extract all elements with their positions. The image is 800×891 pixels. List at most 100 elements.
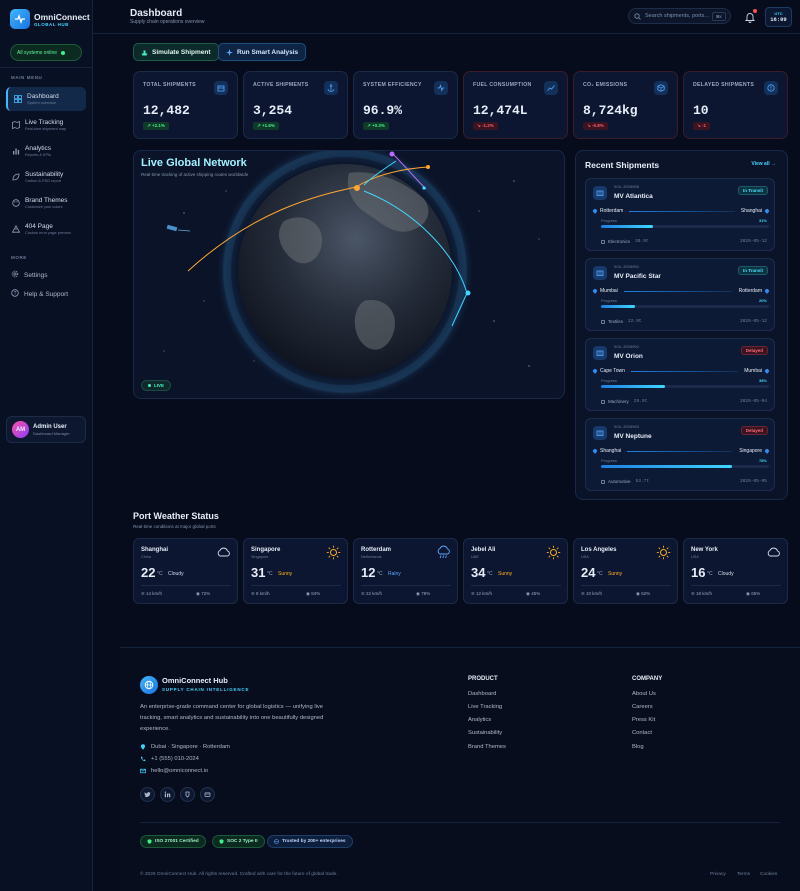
sidebar-item-help[interactable]: ? Help & Support <box>11 289 68 299</box>
pulse-logo-icon <box>10 9 30 29</box>
sidebar-item-brand-themes[interactable]: Brand Themes Customize your colors <box>6 191 86 215</box>
kpi-label: FUEL CONSUMPTION <box>473 82 532 88</box>
view-all-link[interactable]: View all → <box>751 161 776 167</box>
weather-card[interactable]: Singapore Singapore 31 °C Sunny ≋ 8 km/h… <box>243 538 348 604</box>
cargo-type: Textiles <box>608 319 624 324</box>
sidebar-item-settings[interactable]: Settings <box>11 270 48 280</box>
rain-icon <box>437 545 450 559</box>
mail-icon <box>140 768 146 774</box>
globe-visual[interactable] <box>134 151 565 399</box>
sidebar-item-analytics[interactable]: Analytics Reports & KPIs <box>6 139 86 163</box>
terms-link[interactable]: Terms <box>737 872 750 877</box>
sidebar-item-404-page[interactable]: 404 Page Custom error page preview <box>6 217 86 241</box>
satellite-icon <box>166 224 191 232</box>
cloud-icon <box>217 547 230 557</box>
footer-link[interactable]: Analytics <box>468 717 491 723</box>
nav-title: 404 Page <box>25 223 53 230</box>
simulate-shipment-button[interactable]: Simulate Shipment <box>133 43 219 61</box>
footer-link[interactable]: Brand Themes <box>468 744 506 750</box>
footer-link[interactable]: Dashboard <box>468 691 496 697</box>
shipment-card[interactable]: OCN-2026008 MV Atlantica In Transit Rott… <box>585 178 775 251</box>
origin-port: Cape Town <box>600 368 625 374</box>
nav-title: Sustainability <box>25 171 64 178</box>
kpi-total-shipments[interactable]: TOTAL SHIPMENTS 12,482 ↗ +2.1% <box>133 71 238 139</box>
footer-link[interactable]: Blog <box>632 744 644 750</box>
port-country: China <box>141 555 151 559</box>
progress-fill <box>601 465 733 468</box>
kpi-value: 96.9% <box>363 103 403 118</box>
soc2-cert-badge: SOC 2 Type II <box>212 835 265 848</box>
temperature: 24 <box>581 565 596 580</box>
recent-shipments-panel: Recent Shipments View all → OCN-2026008 … <box>575 150 788 500</box>
sidebar-item-live-tracking[interactable]: Live Tracking Real-time shipment map <box>6 113 86 137</box>
kpi-system-efficiency[interactable]: SYSTEM EFFICIENCY 96.9% ↗ +0.3% <box>353 71 458 139</box>
shipment-id: OCN-2026002 <box>614 346 640 350</box>
shipment-id: OCN-2026003 <box>614 426 640 430</box>
divider <box>471 585 561 586</box>
linkedin-icon[interactable] <box>160 787 175 802</box>
footer: OmniConnect Hub SUPPLY CHAIN INTELLIGENC… <box>120 647 800 891</box>
pin-icon <box>764 208 770 214</box>
footer-description: An enterprise-grade command center for g… <box>140 704 324 732</box>
wind-value: 12 km/h <box>476 591 493 596</box>
footer-link[interactable]: Press Kit <box>632 717 655 723</box>
footer-email[interactable]: hello@omniconnect.io <box>140 768 208 774</box>
kpi-active-shipments[interactable]: ACTIVE SHIPMENTS 3,254 ↗ +1.6% <box>243 71 348 139</box>
brand[interactable]: OmniConnect GLOBAL HUB <box>10 9 90 29</box>
weather-card[interactable]: Jebel Ali UAE 34 °C Sunny ≋ 12 km/h ◉ 45… <box>463 538 568 604</box>
shipment-name: MV Orion <box>614 353 643 360</box>
route-line <box>627 450 734 452</box>
divider <box>691 585 781 586</box>
pin-icon <box>592 208 598 214</box>
footer-link[interactable]: About Us <box>632 691 656 697</box>
location-text: Dubai · Singapore · Rotterdam <box>151 744 230 750</box>
twitter-icon[interactable] <box>140 787 155 802</box>
eta-date: 2026-05-12 <box>739 239 767 244</box>
cargo-info: Electronics 30.9t <box>601 239 649 244</box>
divider <box>0 67 93 68</box>
cloud-icon <box>767 547 780 557</box>
kpi-co2-emissions[interactable]: CO₂ EMISSIONS 8,724kg ↘ -0.8% <box>573 71 678 139</box>
footer-phone[interactable]: +1 (555) 010-2024 <box>140 756 199 762</box>
nav-title: Live Tracking <box>25 119 64 126</box>
wind-speed: ≋ 22 km/h <box>361 591 383 596</box>
shipment-card[interactable]: OCN-2026002 MV Orion Delayed Cape Town M… <box>585 338 775 411</box>
box-icon <box>601 479 605 484</box>
kpi-fuel-consumption[interactable]: FUEL CONSUMPTION 12,474L ↘ -1.2% <box>463 71 568 139</box>
cookies-link[interactable]: Cookies <box>760 872 777 877</box>
run-analysis-button[interactable]: Run Smart Analysis <box>218 43 307 61</box>
iso-cert-badge: ISO 27001 Certified <box>140 835 206 848</box>
weather-card[interactable]: Los Angeles USA 24 °C Sunny ≋ 10 km/h ◉ … <box>573 538 678 604</box>
page-title: Dashboard <box>130 8 183 19</box>
kpi-delayed-shipments[interactable]: DELAYED SHIPMENTS 10 ↘ -1 <box>683 71 788 139</box>
cargo-info: Machinery 29.9t <box>601 399 647 404</box>
sidebar-item-dashboard[interactable]: Dashboard System overview <box>6 87 86 111</box>
nav-title: Brand Themes <box>25 197 68 204</box>
temp-unit: °C <box>267 571 273 577</box>
footer-link[interactable]: Contact <box>632 730 652 736</box>
wind-value: 10 km/h <box>586 591 603 596</box>
search-input[interactable]: Search shipments, ports... ⌘K <box>628 8 731 24</box>
svg-text:?: ? <box>14 291 17 297</box>
mail-icon[interactable] <box>200 787 215 802</box>
github-icon[interactable] <box>180 787 195 802</box>
weather-card[interactable]: Rotterdam Netherlands 12 °C Rainy ≋ 22 k… <box>353 538 458 604</box>
help-icon: ? <box>11 289 19 299</box>
footer-link[interactable]: Careers <box>632 704 653 710</box>
kpi-label: TOTAL SHIPMENTS <box>143 82 196 88</box>
shipment-route: Rotterdam Shanghai <box>592 207 770 215</box>
footer-link[interactable]: Sustainability <box>468 730 502 736</box>
condition: Cloudy <box>718 571 734 577</box>
topbar: Dashboard Supply chain operations overvi… <box>93 0 800 34</box>
shipment-card[interactable]: OCN-2026003 MV Neptune Delayed Shanghai … <box>585 418 775 491</box>
footer-link[interactable]: Live Tracking <box>468 704 502 710</box>
shipment-card[interactable]: OCN-2026001 MV Pacific Star In Transit M… <box>585 258 775 331</box>
weather-card[interactable]: New York USA 16 °C Cloudy ≋ 18 km/h ◉ 65… <box>683 538 788 604</box>
footer-location: Dubai · Singapore · Rotterdam <box>140 744 230 750</box>
humidity: ◉ 62% <box>636 591 651 596</box>
user-card[interactable]: AM Admin User Dashboard Manager <box>6 416 86 443</box>
privacy-link[interactable]: Privacy <box>710 872 726 877</box>
weather-card[interactable]: Shanghai China 22 °C Cloudy ≋ 14 km/h ◉ … <box>133 538 238 604</box>
sidebar-item-sustainability[interactable]: Sustainability Carbon & ESG report <box>6 165 86 189</box>
system-status-text: All systems online <box>17 49 58 56</box>
